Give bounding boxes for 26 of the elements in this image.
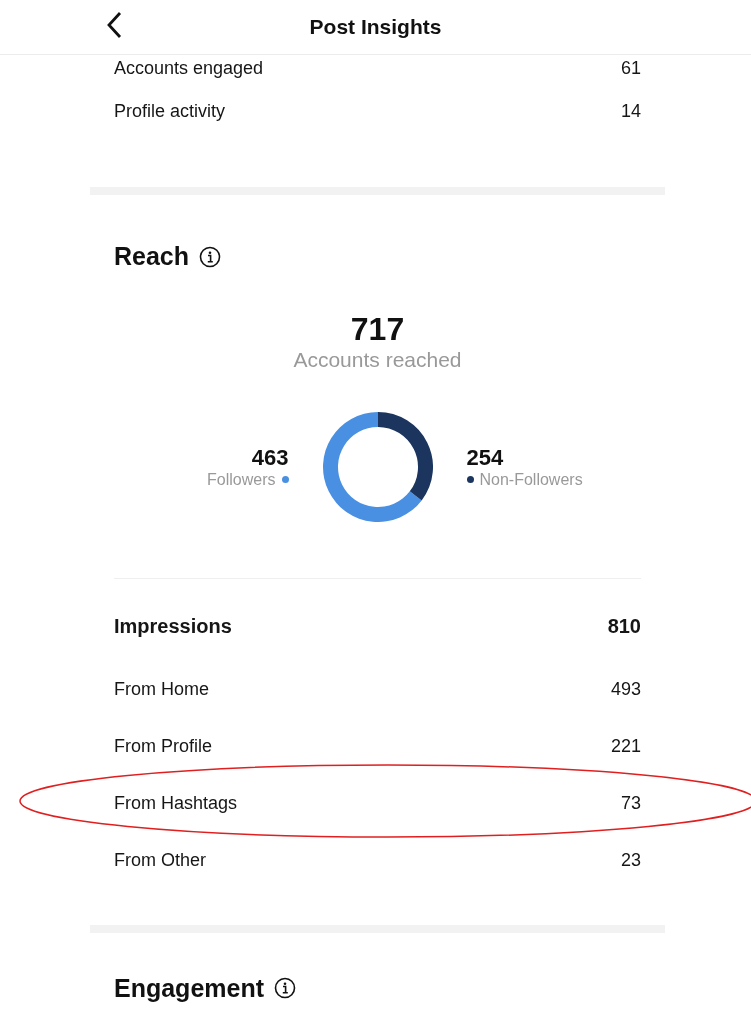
- reach-caption: Accounts reached: [293, 347, 462, 372]
- metric-value: 61: [620, 57, 641, 79]
- metric-label: From Other: [114, 849, 206, 871]
- info-icon[interactable]: [274, 977, 297, 1000]
- segment-value: 254: [466, 444, 504, 471]
- metric-label: Profile activity: [114, 100, 226, 122]
- info-icon[interactable]: [199, 245, 222, 268]
- impressions-title: Impressions: [114, 615, 232, 638]
- reach-total: 717: [350, 310, 405, 348]
- metric-value: 493: [610, 678, 641, 700]
- metric-value: 221: [610, 735, 641, 757]
- metric-label: From Hashtags: [114, 792, 238, 814]
- impressions-total: 810: [607, 615, 641, 638]
- legend-label: Non-Followers: [479, 470, 583, 489]
- metric-value: 73: [620, 792, 641, 814]
- legend-label: Followers: [207, 470, 276, 489]
- section-title: Engagement: [114, 974, 265, 1002]
- metric-label: Accounts engaged: [114, 57, 264, 79]
- metric-value: 14: [620, 100, 641, 122]
- screen-title: Post Insights: [309, 15, 442, 39]
- segment-value: 463: [251, 444, 289, 471]
- metric-label: From Profile: [114, 735, 212, 757]
- metric-value: 23: [620, 849, 641, 871]
- section-title: Reach: [114, 243, 190, 271]
- back-chevron-icon: [106, 11, 122, 39]
- metric-label: From Home: [114, 678, 209, 700]
